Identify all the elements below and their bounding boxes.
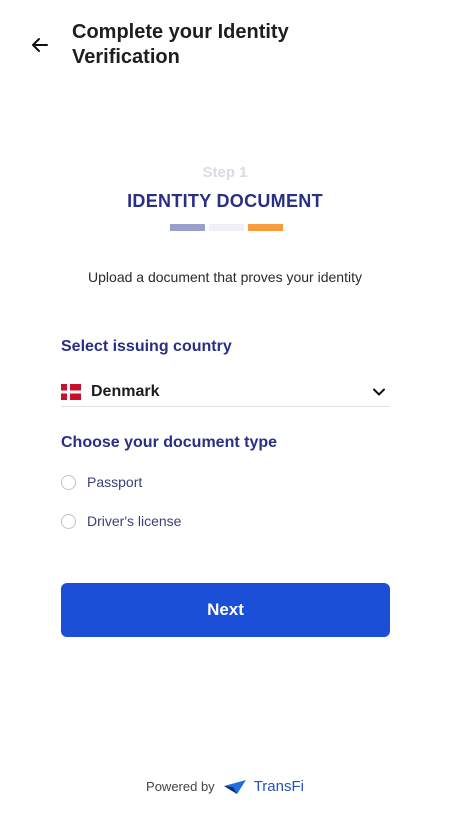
chevron-down-icon — [373, 388, 385, 396]
intro-text: Upload a document that proves your ident… — [88, 269, 362, 285]
transfi-logo-icon — [223, 779, 246, 794]
progress-segment-1 — [170, 224, 205, 231]
next-button[interactable]: Next — [61, 583, 390, 637]
arrow-left-icon — [32, 38, 48, 52]
powered-by-text: Powered by — [146, 779, 215, 794]
country-value: Denmark — [91, 383, 160, 400]
option-label: Driver's license — [87, 513, 182, 529]
document-option-drivers-license[interactable]: Driver's license — [61, 513, 181, 529]
document-type-label: Choose your document type — [61, 434, 278, 451]
option-label: Passport — [87, 474, 143, 490]
back-button[interactable] — [26, 31, 54, 59]
denmark-flag-icon — [61, 384, 81, 400]
country-label: Select issuing country — [61, 338, 232, 355]
radio-button[interactable] — [61, 513, 76, 529]
progress-segment-2 — [209, 224, 244, 231]
footer: Powered by TransFi — [0, 778, 450, 795]
brand-name: TransFi — [253, 778, 304, 795]
step-title: IDENTITY DOCUMENT — [127, 191, 323, 211]
step-progress — [170, 224, 283, 231]
radio-button[interactable] — [61, 474, 76, 490]
page-title: Complete your Identity Verification — [72, 21, 289, 68]
step-number: Step 1 — [202, 164, 248, 181]
document-option-passport[interactable]: Passport — [61, 474, 142, 490]
country-select[interactable]: Denmark — [61, 378, 390, 407]
progress-segment-3 — [248, 224, 283, 231]
